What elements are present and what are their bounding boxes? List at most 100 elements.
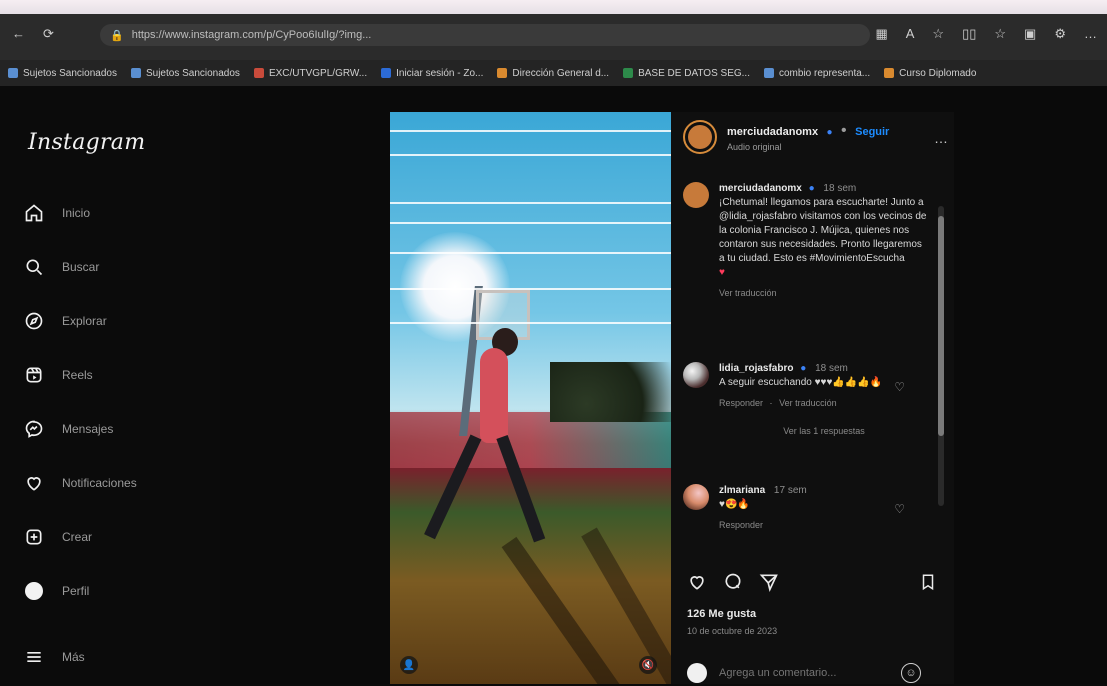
comment-username[interactable]: zlmariana	[719, 485, 765, 496]
apps-icon[interactable]: ▦	[875, 26, 887, 42]
sidebar: Instagram Inicio Buscar Explorar Reels M…	[0, 86, 220, 684]
video-glitch-line	[390, 130, 671, 132]
split-screen-icon[interactable]: ▯▯	[962, 26, 976, 42]
reply-link[interactable]: Responder	[719, 398, 763, 408]
collections-icon[interactable]: ▣	[1024, 26, 1036, 42]
audio-label[interactable]: Audio original	[727, 142, 889, 152]
sidebar-item-perfil[interactable]: Perfil	[24, 574, 214, 608]
search-icon	[24, 257, 44, 277]
follow-button[interactable]: Seguir	[855, 126, 889, 138]
sidebar-item-crear[interactable]: Crear	[24, 520, 214, 554]
verified-badge-icon: ●	[800, 363, 807, 374]
user-tag-icon[interactable]: 👤	[400, 656, 418, 674]
home-icon	[24, 203, 44, 223]
comment-avatar[interactable]	[683, 362, 709, 388]
bookmark-item[interactable]: EXC/UTVGPL/GRW...	[253, 68, 367, 79]
post-actions	[687, 572, 937, 596]
reply-link[interactable]: Responder	[719, 518, 929, 532]
address-bar[interactable]: 🔒 https://www.instagram.com/p/CyPoo6IulI…	[100, 24, 870, 46]
bookmark-item[interactable]: Curso Diplomado	[884, 68, 976, 79]
extensions-icon[interactable]: ⚙	[1054, 26, 1066, 42]
comment-composer: ☺	[687, 660, 947, 686]
post-author-username[interactable]: merciudadanomx	[727, 126, 818, 138]
video-glitch-line	[390, 288, 671, 290]
video-glitch-line	[390, 322, 671, 324]
sidebar-item-buscar[interactable]: Buscar	[24, 250, 214, 284]
bookmark-item[interactable]: BASE DE DATOS SEG...	[623, 68, 750, 79]
bookmark-item[interactable]: combio representa...	[763, 68, 870, 79]
like-icon[interactable]	[687, 572, 707, 597]
verified-badge-icon: ●	[826, 127, 833, 138]
current-user-avatar	[687, 663, 707, 683]
video-glitch-line	[390, 252, 671, 254]
sidebar-item-notificaciones[interactable]: Notificaciones	[24, 466, 214, 500]
sidebar-item-label: Inicio	[62, 206, 91, 220]
back-icon[interactable]: ←	[12, 26, 25, 42]
url-text[interactable]: https://www.instagram.com/p/CyPoo6IulIg/…	[132, 29, 372, 41]
sidebar-item-mas[interactable]: Más	[24, 640, 214, 674]
bookmark-item[interactable]: Sujetos Sancionados	[130, 68, 240, 79]
post-date: 10 de octubre de 2023	[687, 626, 778, 636]
likes-count[interactable]: 126 Me gusta	[687, 608, 756, 620]
emoji-icon[interactable]: ☺	[901, 663, 921, 683]
bookmark-icon	[763, 68, 774, 78]
caption-text: ¡Chetumal! llegamos para escucharte! Jun…	[719, 197, 927, 264]
bookmark-item[interactable]: Dirección General d...	[497, 68, 609, 79]
comment-like-icon[interactable]: ♡	[894, 380, 905, 394]
more-options-icon[interactable]: …	[934, 130, 948, 146]
post-video[interactable]: 👤 🔇	[390, 112, 671, 684]
comment-like-icon[interactable]: ♡	[894, 502, 905, 516]
sidebar-item-label: Notificaciones	[62, 476, 137, 490]
bookmark-item[interactable]: Sujetos Sancionados	[8, 68, 117, 79]
sidebar-item-explorar[interactable]: Explorar	[24, 304, 214, 338]
profile-avatar	[24, 581, 44, 601]
separator-dot: •	[841, 122, 847, 139]
caption-heart-emoji: ♥	[719, 267, 725, 278]
refresh-icon[interactable]: ⟳	[43, 26, 54, 42]
video-glitch-line	[390, 154, 671, 156]
comment-username[interactable]: lidia_rojasfabro	[719, 363, 793, 374]
caption-avatar[interactable]	[683, 182, 709, 208]
browser-nav-icons: ← ⟳	[12, 26, 54, 42]
bookmark-icon	[8, 68, 18, 78]
mute-icon[interactable]: 🔇	[639, 656, 657, 674]
post-header: merciudadanomx ● • Seguir Audio original…	[671, 112, 966, 162]
comment-body: lidia_rojasfabro ● 18 sem A seguir escuc…	[719, 362, 929, 438]
caption-time: 18 sem	[823, 183, 857, 194]
bookmarks-bar: Sujetos Sancionados Sujetos Sancionados …	[0, 60, 1107, 86]
view-replies-link[interactable]: Ver las 1 respuestas	[719, 424, 929, 438]
read-aloud-icon[interactable]: A	[906, 26, 915, 42]
favorite-icon[interactable]: ☆	[932, 26, 944, 42]
favorites-icon[interactable]: ☆	[994, 26, 1006, 42]
scrollbar-thumb[interactable]	[938, 216, 944, 436]
comment-icon[interactable]	[723, 572, 743, 597]
video-glitch-line	[390, 222, 671, 224]
comment-input[interactable]	[717, 666, 891, 680]
comment-item: zlmariana 17 sem ♥😍🔥 Responder ♡	[683, 484, 923, 544]
caption-username[interactable]: merciudadanomx	[719, 183, 802, 194]
video-frame-tree	[550, 362, 671, 422]
instagram-logo[interactable]: Instagram	[28, 130, 145, 155]
bookmark-item[interactable]: Iniciar sesión - Zo...	[381, 68, 483, 79]
share-icon[interactable]	[759, 572, 779, 597]
see-translation-link[interactable]: Ver traducción	[719, 286, 929, 300]
reels-icon	[24, 365, 44, 385]
post-author-avatar[interactable]	[683, 120, 717, 154]
sidebar-item-inicio[interactable]: Inicio	[24, 196, 214, 230]
post-details-panel: merciudadanomx ● • Seguir Audio original…	[671, 112, 954, 684]
bookmark-icon	[130, 68, 141, 78]
video-frame-person-body	[480, 348, 508, 443]
post-author-info: merciudadanomx ● • Seguir Audio original	[727, 122, 889, 152]
save-icon[interactable]	[919, 572, 937, 597]
comment-item: lidia_rojasfabro ● 18 sem A seguir escuc…	[683, 362, 923, 472]
comment-avatar[interactable]	[683, 484, 709, 510]
more-icon[interactable]: …	[1084, 26, 1097, 42]
comments-scrollbar[interactable]	[938, 206, 944, 506]
sidebar-item-mensajes[interactable]: Mensajes	[24, 412, 214, 446]
heart-icon	[24, 473, 44, 493]
bookmark-icon	[497, 68, 508, 78]
see-translation-link[interactable]: Ver traducción	[779, 398, 837, 408]
verified-badge-icon: ●	[808, 183, 815, 194]
sidebar-item-reels[interactable]: Reels	[24, 358, 214, 392]
instagram-app: Instagram Inicio Buscar Explorar Reels M…	[0, 86, 1107, 684]
